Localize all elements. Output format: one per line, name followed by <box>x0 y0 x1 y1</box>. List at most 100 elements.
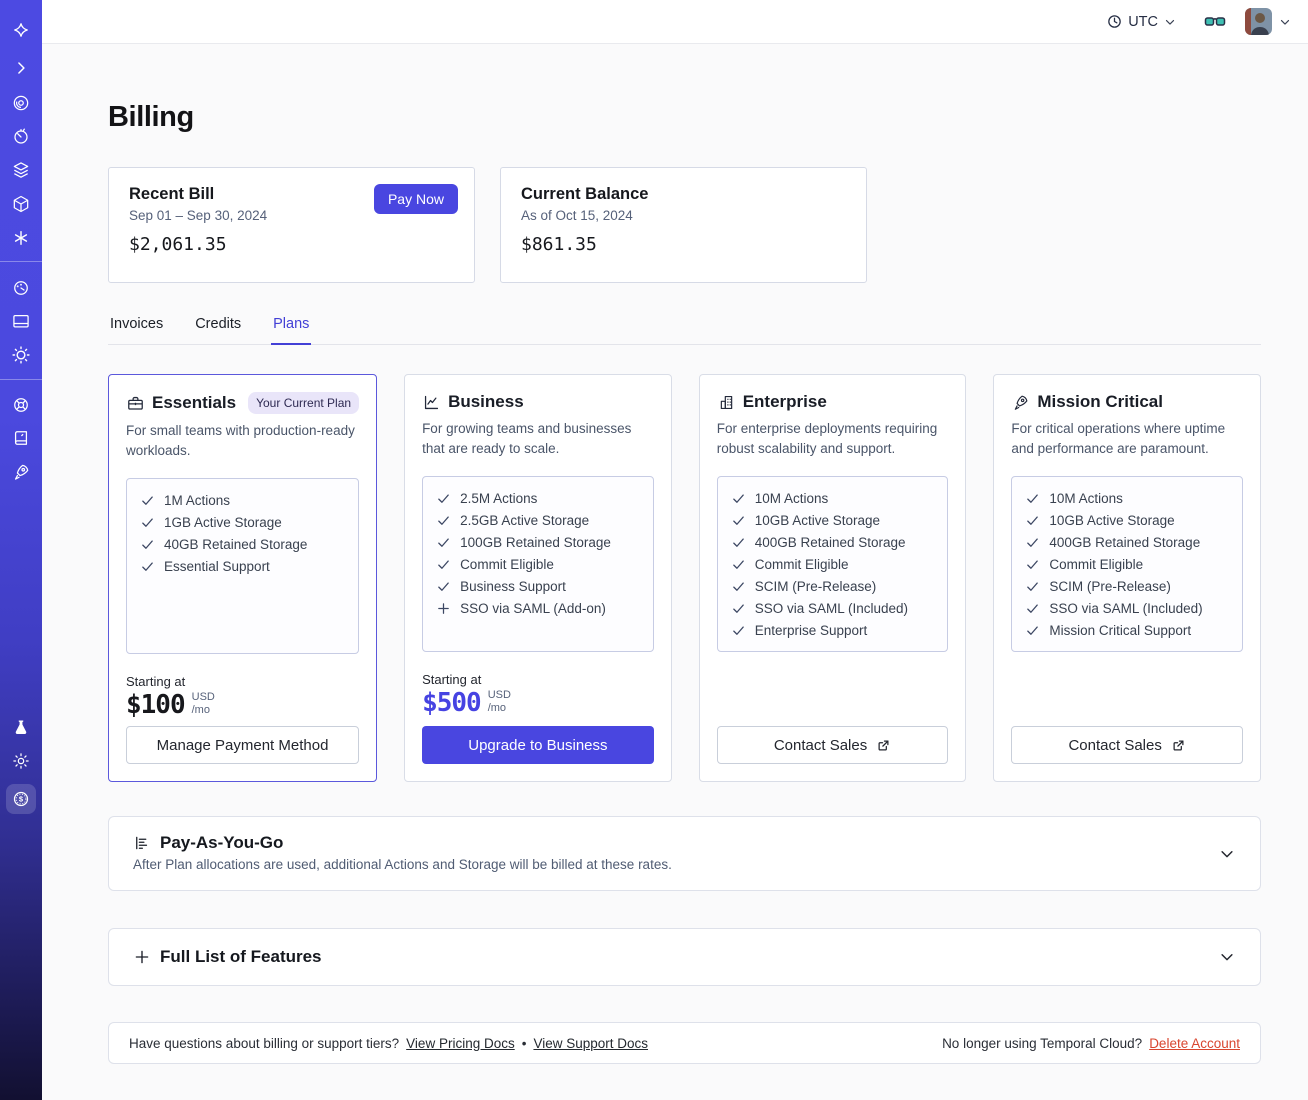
features-accordion[interactable]: Full List of Features <box>108 928 1261 986</box>
feature-text: Essential Support <box>164 559 270 574</box>
check-icon <box>731 513 746 528</box>
plan-card-mission-critical: Mission Critical For critical operations… <box>993 374 1261 782</box>
main-content: Billing Recent Bill Sep 01 – Sep 30, 202… <box>42 44 1308 1064</box>
check-icon <box>731 535 746 550</box>
chevron-down-icon[interactable] <box>1218 845 1236 863</box>
book-icon[interactable] <box>11 428 31 448</box>
check-icon <box>436 535 451 550</box>
rocket-icon[interactable] <box>11 462 31 482</box>
feature-item: 40GB Retained Storage <box>140 534 345 556</box>
tab-plans[interactable]: Plans <box>271 316 312 345</box>
feature-text: 10M Actions <box>1049 491 1123 506</box>
feature-item: 100GB Retained Storage <box>436 532 640 554</box>
timer-icon[interactable] <box>11 127 31 147</box>
check-icon <box>731 601 746 616</box>
rocket-icon <box>1011 393 1030 412</box>
manage-payment-button[interactable]: Manage Payment Method <box>126 726 360 764</box>
check-icon <box>731 491 746 506</box>
feature-text: 10GB Active Storage <box>1049 513 1175 528</box>
asterisk-icon[interactable] <box>11 228 31 248</box>
feature-item: SCIM (Pre-Release) <box>1025 576 1229 598</box>
chevron-right-icon[interactable] <box>11 58 31 78</box>
paygo-title: Pay-As-You-Go <box>160 833 284 852</box>
feature-text: Mission Critical Support <box>1049 623 1192 638</box>
dollar-coin-icon[interactable]: $ <box>6 784 36 814</box>
feature-item: SSO via SAML (Included) <box>1025 598 1229 620</box>
check-icon <box>436 513 451 528</box>
window-card-icon[interactable] <box>11 311 31 331</box>
pricing-docs-link[interactable]: View Pricing Docs <box>406 1036 515 1051</box>
feature-item: Commit Eligible <box>436 554 640 576</box>
plan-card-enterprise: Enterprise For enterprise deployments re… <box>698 374 967 782</box>
check-icon <box>1025 601 1040 616</box>
check-icon <box>140 537 155 552</box>
flask-icon[interactable] <box>11 718 31 738</box>
feature-item: Enterprise Support <box>731 620 935 642</box>
feature-text: SSO via SAML (Included) <box>1049 601 1203 616</box>
glasses-icon[interactable] <box>1203 10 1227 34</box>
billing-tabs: Invoices Credits Plans <box>108 316 1261 345</box>
timezone-label: UTC <box>1128 13 1158 30</box>
user-avatar <box>1245 8 1272 35</box>
footer-question: Have questions about billing or support … <box>129 1035 400 1051</box>
feature-item: Mission Critical Support <box>1025 620 1229 642</box>
tab-credits[interactable]: Credits <box>193 316 243 344</box>
feature-item: 400GB Retained Storage <box>731 532 935 554</box>
svg-text:$: $ <box>19 795 24 804</box>
price-period: /mo <box>487 701 507 714</box>
account-menu[interactable] <box>1245 8 1292 35</box>
feature-text: Commit Eligible <box>754 557 849 572</box>
buildings-icon <box>717 393 736 412</box>
contact-sales-button[interactable]: Contact Sales <box>1011 726 1243 764</box>
external-link-icon <box>1171 738 1186 753</box>
upgrade-business-button[interactable]: Upgrade to Business <box>422 726 654 764</box>
check-icon <box>731 557 746 572</box>
plan-card-business: Business For growing teams and businesse… <box>404 374 672 782</box>
check-icon <box>140 559 155 574</box>
plans-row: Essentials Your Current Plan For small t… <box>108 374 1261 782</box>
page-title: Billing <box>108 101 194 133</box>
toolbox-icon <box>126 394 145 413</box>
sun-icon[interactable] <box>11 751 31 771</box>
button-label: Contact Sales <box>1068 736 1162 754</box>
current-balance-card: Current Balance As of Oct 15, 2024 $861.… <box>500 167 867 283</box>
tab-invoices[interactable]: Invoices <box>108 316 165 344</box>
feature-text: 2.5M Actions <box>460 491 538 506</box>
cube-icon[interactable] <box>11 194 31 214</box>
feature-item: 1M Actions <box>140 490 345 512</box>
feature-text: 40GB Retained Storage <box>164 537 308 552</box>
gear-icon[interactable] <box>11 345 31 365</box>
chevron-down-icon[interactable] <box>1218 948 1236 966</box>
paygo-accordion[interactable]: Pay-As-You-Go After Plan allocations are… <box>108 816 1261 891</box>
feature-text: Business Support <box>460 579 566 594</box>
layers-icon[interactable] <box>11 160 31 180</box>
price-amount: $500 <box>422 687 482 718</box>
price-label: Starting at <box>126 673 186 689</box>
feature-text: Commit Eligible <box>1049 557 1144 572</box>
disc-icon[interactable] <box>11 93 31 113</box>
contact-sales-button[interactable]: Contact Sales <box>716 726 949 764</box>
gauge-icon[interactable] <box>11 278 31 298</box>
check-icon <box>436 557 451 572</box>
delete-account-link[interactable]: Delete Account <box>1149 1036 1240 1051</box>
feature-text: SSO via SAML (Included) <box>754 601 909 616</box>
plus-icon <box>133 948 151 966</box>
feature-text: 400GB Retained Storage <box>1049 535 1201 550</box>
feature-item: SSO via SAML (Add-on) <box>436 598 640 620</box>
feature-item: Essential Support <box>140 556 345 578</box>
feature-item: 10M Actions <box>1025 488 1229 510</box>
price-label: Starting at <box>422 671 482 687</box>
clock-icon <box>1106 13 1123 30</box>
current-balance-amount: $861.35 <box>521 234 597 255</box>
feature-item: 2.5M Actions <box>436 488 640 510</box>
lifebuoy-icon[interactable] <box>11 395 31 415</box>
feature-item: 400GB Retained Storage <box>1025 532 1229 554</box>
price-block: Starting at $100 USD /mo <box>126 674 359 720</box>
check-icon <box>1025 491 1040 506</box>
pay-now-button[interactable]: Pay Now <box>373 184 458 214</box>
temporal-logo-icon[interactable] <box>11 20 31 40</box>
footer-bullet: • <box>521 1035 527 1051</box>
timezone-selector[interactable]: UTC <box>1106 13 1177 30</box>
support-docs-link[interactable]: View Support Docs <box>533 1036 648 1051</box>
app-root: $ UTC Billing Recent Bill Sep 01 – Sep 3… <box>0 0 1308 1100</box>
